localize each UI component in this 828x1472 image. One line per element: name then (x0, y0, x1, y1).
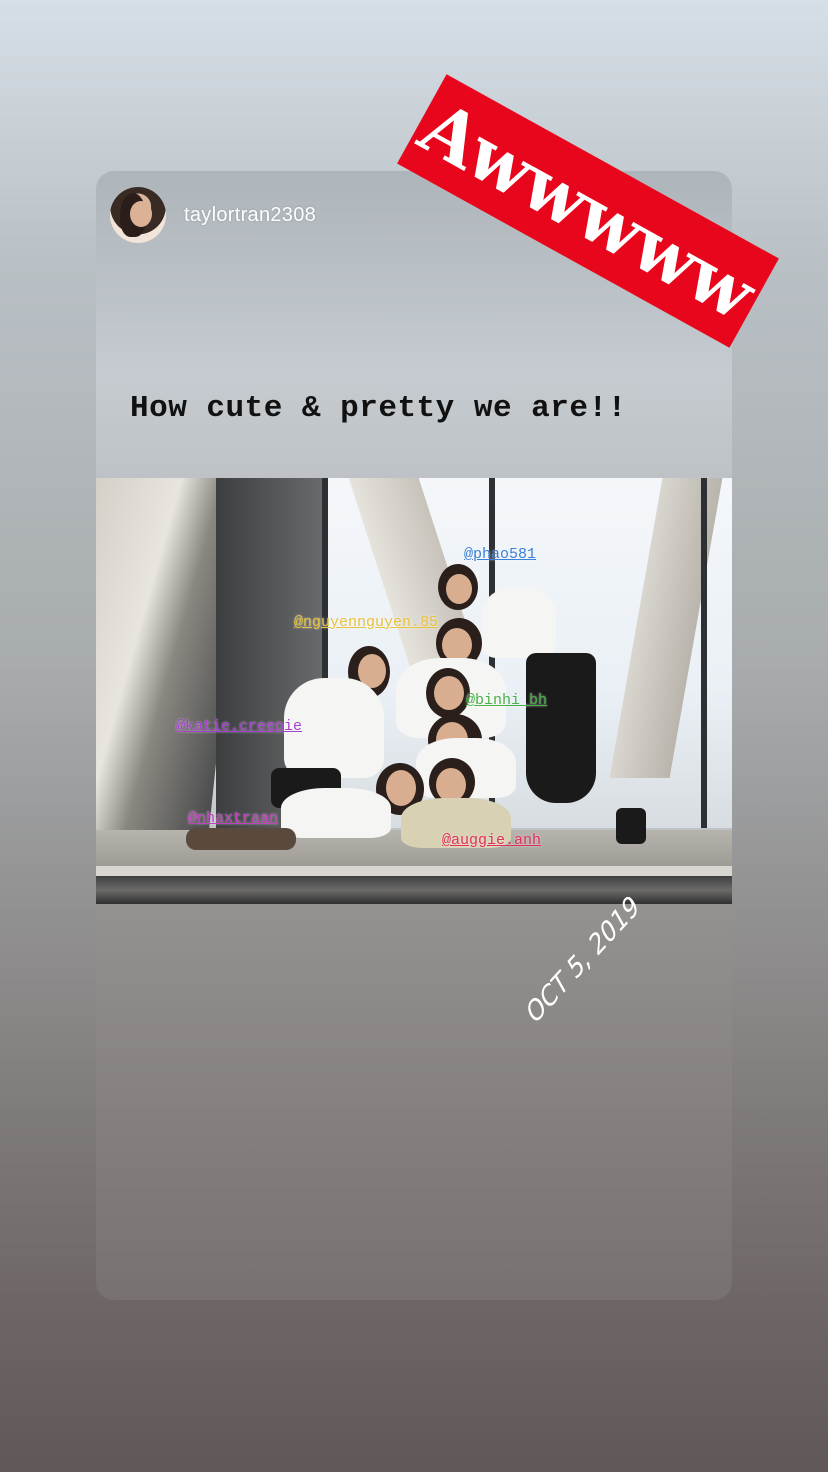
story-card[interactable]: taylortran2308 How cute & pretty we are!… (96, 171, 732, 1300)
story-caption: How cute & pretty we are!! (130, 391, 627, 426)
username[interactable]: taylortran2308 (184, 204, 316, 227)
group-photo: @phao581 @nguyennguyen.85 @binhi_bh @kat… (96, 478, 732, 904)
mention-nhaxtraan[interactable]: @nhaxtraan (188, 810, 278, 827)
avatar[interactable] (110, 187, 166, 243)
mention-nguyennguyen85[interactable]: @nguyennguyen.85 (294, 614, 438, 631)
story-header: taylortran2308 (110, 185, 316, 245)
mention-katie-creepie[interactable]: @katie.creepie (176, 718, 302, 735)
mention-auggie-anh[interactable]: @auggie.anh (442, 832, 541, 849)
mention-phao581[interactable]: @phao581 (464, 546, 536, 563)
mention-binhi-bh[interactable]: @binhi_bh (466, 692, 547, 709)
